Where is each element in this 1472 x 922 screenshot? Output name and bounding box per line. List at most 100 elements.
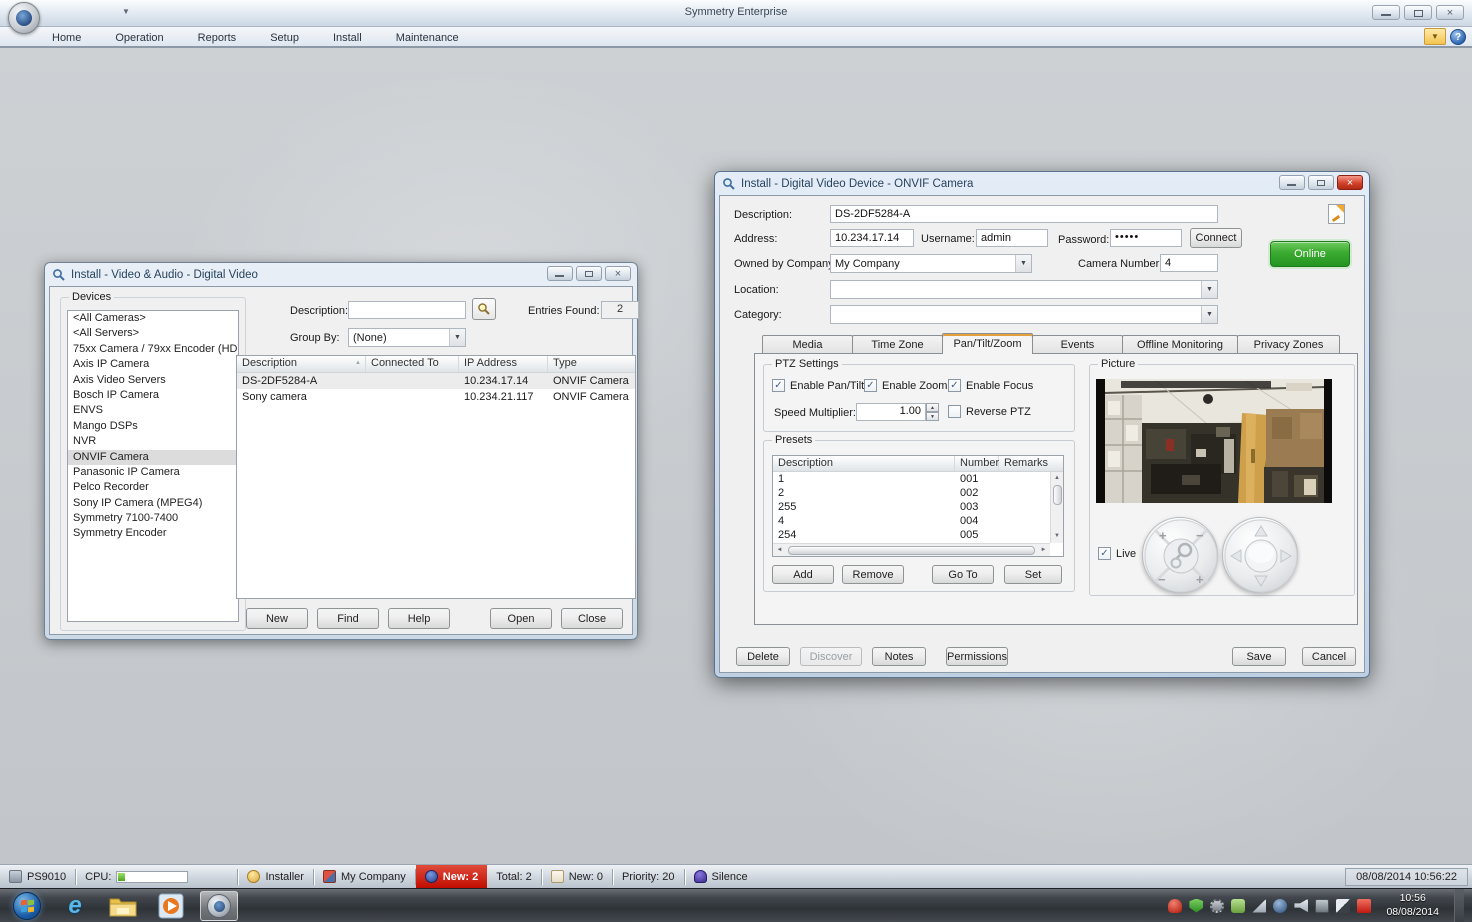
tab-pan-tilt-zoom[interactable]: Pan/Tilt/Zoom <box>942 333 1033 354</box>
preset-row[interactable]: 4 004 <box>773 514 1063 528</box>
dialog-close-button[interactable]: × <box>1337 175 1363 190</box>
category-dropdown[interactable]: ▼ <box>830 305 1218 324</box>
tray-settings-icon[interactable] <box>1210 899 1224 913</box>
enable-pan-tilt-checkbox[interactable]: ✓ Enable Pan/Tilt <box>772 379 864 392</box>
permissions-button[interactable]: Permissions <box>946 647 1008 666</box>
enable-focus-checkbox[interactable]: ✓ Enable Focus <box>948 379 1033 392</box>
menu-setup[interactable]: Setup <box>266 30 303 46</box>
scroll-left-icon[interactable]: ◄ <box>773 544 786 557</box>
add-button[interactable]: Add <box>772 565 834 584</box>
tab-offline-monitoring[interactable]: Offline Monitoring <box>1122 335 1238 354</box>
speed-multiplier-input[interactable]: 1.00 <box>856 403 926 421</box>
username-input[interactable] <box>976 229 1048 247</box>
list-item[interactable]: Mango DSPs <box>68 419 238 434</box>
speed-multiplier-spinner[interactable]: ▲ ▼ <box>926 403 939 421</box>
tab-privacy-zones[interactable]: Privacy Zones <box>1237 335 1340 354</box>
spinner-down-icon[interactable]: ▼ <box>926 412 939 421</box>
list-item[interactable]: Axis IP Camera <box>68 357 238 372</box>
remove-button[interactable]: Remove <box>842 565 904 584</box>
cancel-button[interactable]: Cancel <box>1302 647 1356 666</box>
menu-home[interactable]: Home <box>48 30 85 46</box>
tasks-new[interactable]: New: 0 <box>542 865 612 888</box>
list-item[interactable]: Panasonic IP Camera <box>68 465 238 480</box>
app-maximize-button[interactable] <box>1404 5 1432 20</box>
list-item[interactable]: ENVS <box>68 403 238 418</box>
list-item[interactable]: <All Servers> <box>68 326 238 341</box>
tray-symmetry-icon[interactable] <box>1273 899 1287 913</box>
list-item-selected[interactable]: ONVIF Camera <box>68 450 238 465</box>
alarms-new-badge[interactable]: New: 2 <box>416 865 487 888</box>
tray-antivirus-icon[interactable] <box>1189 899 1203 913</box>
tab-time-zone[interactable]: Time Zone <box>852 335 943 354</box>
list-item[interactable]: <All Cameras> <box>68 311 238 326</box>
menu-operation[interactable]: Operation <box>111 30 167 46</box>
preset-row[interactable]: 255 003 <box>773 500 1063 514</box>
group-by-dropdown[interactable]: (None) ▼ <box>348 328 466 347</box>
symmetry-app-taskbar-button[interactable] <box>200 891 238 921</box>
list-item[interactable]: Axis Video Servers <box>68 373 238 388</box>
devices-list[interactable]: <All Cameras> <All Servers> 75xx Camera … <box>67 310 239 622</box>
tray-update-icon[interactable] <box>1231 899 1245 913</box>
ribbon-collapse-button[interactable]: ▼ <box>1424 28 1446 45</box>
zoom-focus-pad[interactable]: + − − + <box>1142 517 1218 593</box>
list-item[interactable]: Sony IP Camera (MPEG4) <box>68 496 238 511</box>
list-item[interactable]: Symmetry 7100-7400 <box>68 511 238 526</box>
list-item[interactable]: Symmetry Encoder <box>68 526 238 541</box>
tab-events[interactable]: Events <box>1032 335 1123 354</box>
pan-tilt-dpad[interactable] <box>1222 517 1298 593</box>
tray-display-icon[interactable] <box>1336 899 1350 913</box>
presets-horizontal-scrollbar[interactable]: ◄ ► <box>773 543 1050 556</box>
dialog-maximize-button[interactable] <box>576 266 602 281</box>
address-input[interactable] <box>830 229 914 247</box>
dialog-minimize-button[interactable] <box>1279 175 1305 190</box>
password-input[interactable]: ••••• <box>1110 229 1182 247</box>
menu-reports[interactable]: Reports <box>194 30 241 46</box>
presets-table[interactable]: Description Number Remarks 1 001 2 002 <box>772 455 1064 557</box>
menu-maintenance[interactable]: Maintenance <box>392 30 463 46</box>
app-close-button[interactable]: × <box>1436 5 1464 20</box>
cameras-table-header[interactable]: Description▲ Connected To IP Address Typ… <box>237 356 635 373</box>
scroll-up-icon[interactable]: ▲ <box>1051 472 1064 485</box>
tab-media[interactable]: Media <box>762 335 853 354</box>
table-row[interactable]: DS-2DF5284-A 10.234.17.14 ONVIF Camera <box>237 373 635 389</box>
installer-status[interactable]: Installer <box>238 865 313 888</box>
online-status-button[interactable]: Online <box>1270 241 1350 267</box>
notes-button[interactable]: Notes <box>872 647 926 666</box>
live-checkbox[interactable]: ✓ Live <box>1098 547 1136 560</box>
owned-by-company-dropdown[interactable]: My Company ▼ <box>830 254 1032 273</box>
spinner-up-icon[interactable]: ▲ <box>926 403 939 412</box>
table-row[interactable]: Sony camera 10.234.21.117 ONVIF Camera <box>237 389 635 405</box>
discover-button[interactable]: Discover <box>800 647 862 666</box>
list-item[interactable]: Pelco Recorder <box>68 480 238 495</box>
search-button[interactable] <box>472 298 496 320</box>
preset-row[interactable]: 254 005 <box>773 528 1063 542</box>
preset-row[interactable]: 2 002 <box>773 486 1063 500</box>
open-button[interactable]: Open <box>490 608 552 629</box>
list-item[interactable]: 75xx Camera / 79xx Encoder (HD) <box>68 342 238 357</box>
cameras-table[interactable]: Description▲ Connected To IP Address Typ… <box>236 355 636 599</box>
menu-install[interactable]: Install <box>329 30 366 46</box>
app-minimize-button[interactable] <box>1372 5 1400 20</box>
tray-alarm-icon[interactable] <box>1168 899 1182 913</box>
goto-button[interactable]: Go To <box>932 565 994 584</box>
internet-explorer-icon[interactable]: e <box>56 891 94 921</box>
tray-remote-icon[interactable] <box>1315 899 1329 913</box>
silence-control[interactable]: Silence <box>685 865 757 888</box>
set-button[interactable]: Set <box>1004 565 1062 584</box>
list-item[interactable]: Bosch IP Camera <box>68 388 238 403</box>
taskbar-clock[interactable]: 10:56 08/08/2014 <box>1378 892 1447 918</box>
dialog-maximize-button[interactable] <box>1308 175 1334 190</box>
tray-notification-icon[interactable] <box>1357 899 1371 913</box>
show-desktop-button[interactable] <box>1454 889 1464 922</box>
tray-network-icon[interactable] <box>1252 899 1266 913</box>
description-input[interactable] <box>830 205 1218 223</box>
help-icon[interactable]: ? <box>1450 29 1466 45</box>
symmetry-logo-icon[interactable] <box>8 2 40 34</box>
connect-button[interactable]: Connect <box>1190 228 1242 248</box>
new-button[interactable]: New <box>246 608 308 629</box>
preset-row[interactable]: 1 001 <box>773 472 1063 486</box>
description-search-input[interactable] <box>348 301 466 319</box>
camera-number-input[interactable] <box>1160 254 1218 272</box>
location-dropdown[interactable]: ▼ <box>830 280 1218 299</box>
dialog-close-button[interactable]: × <box>605 266 631 281</box>
